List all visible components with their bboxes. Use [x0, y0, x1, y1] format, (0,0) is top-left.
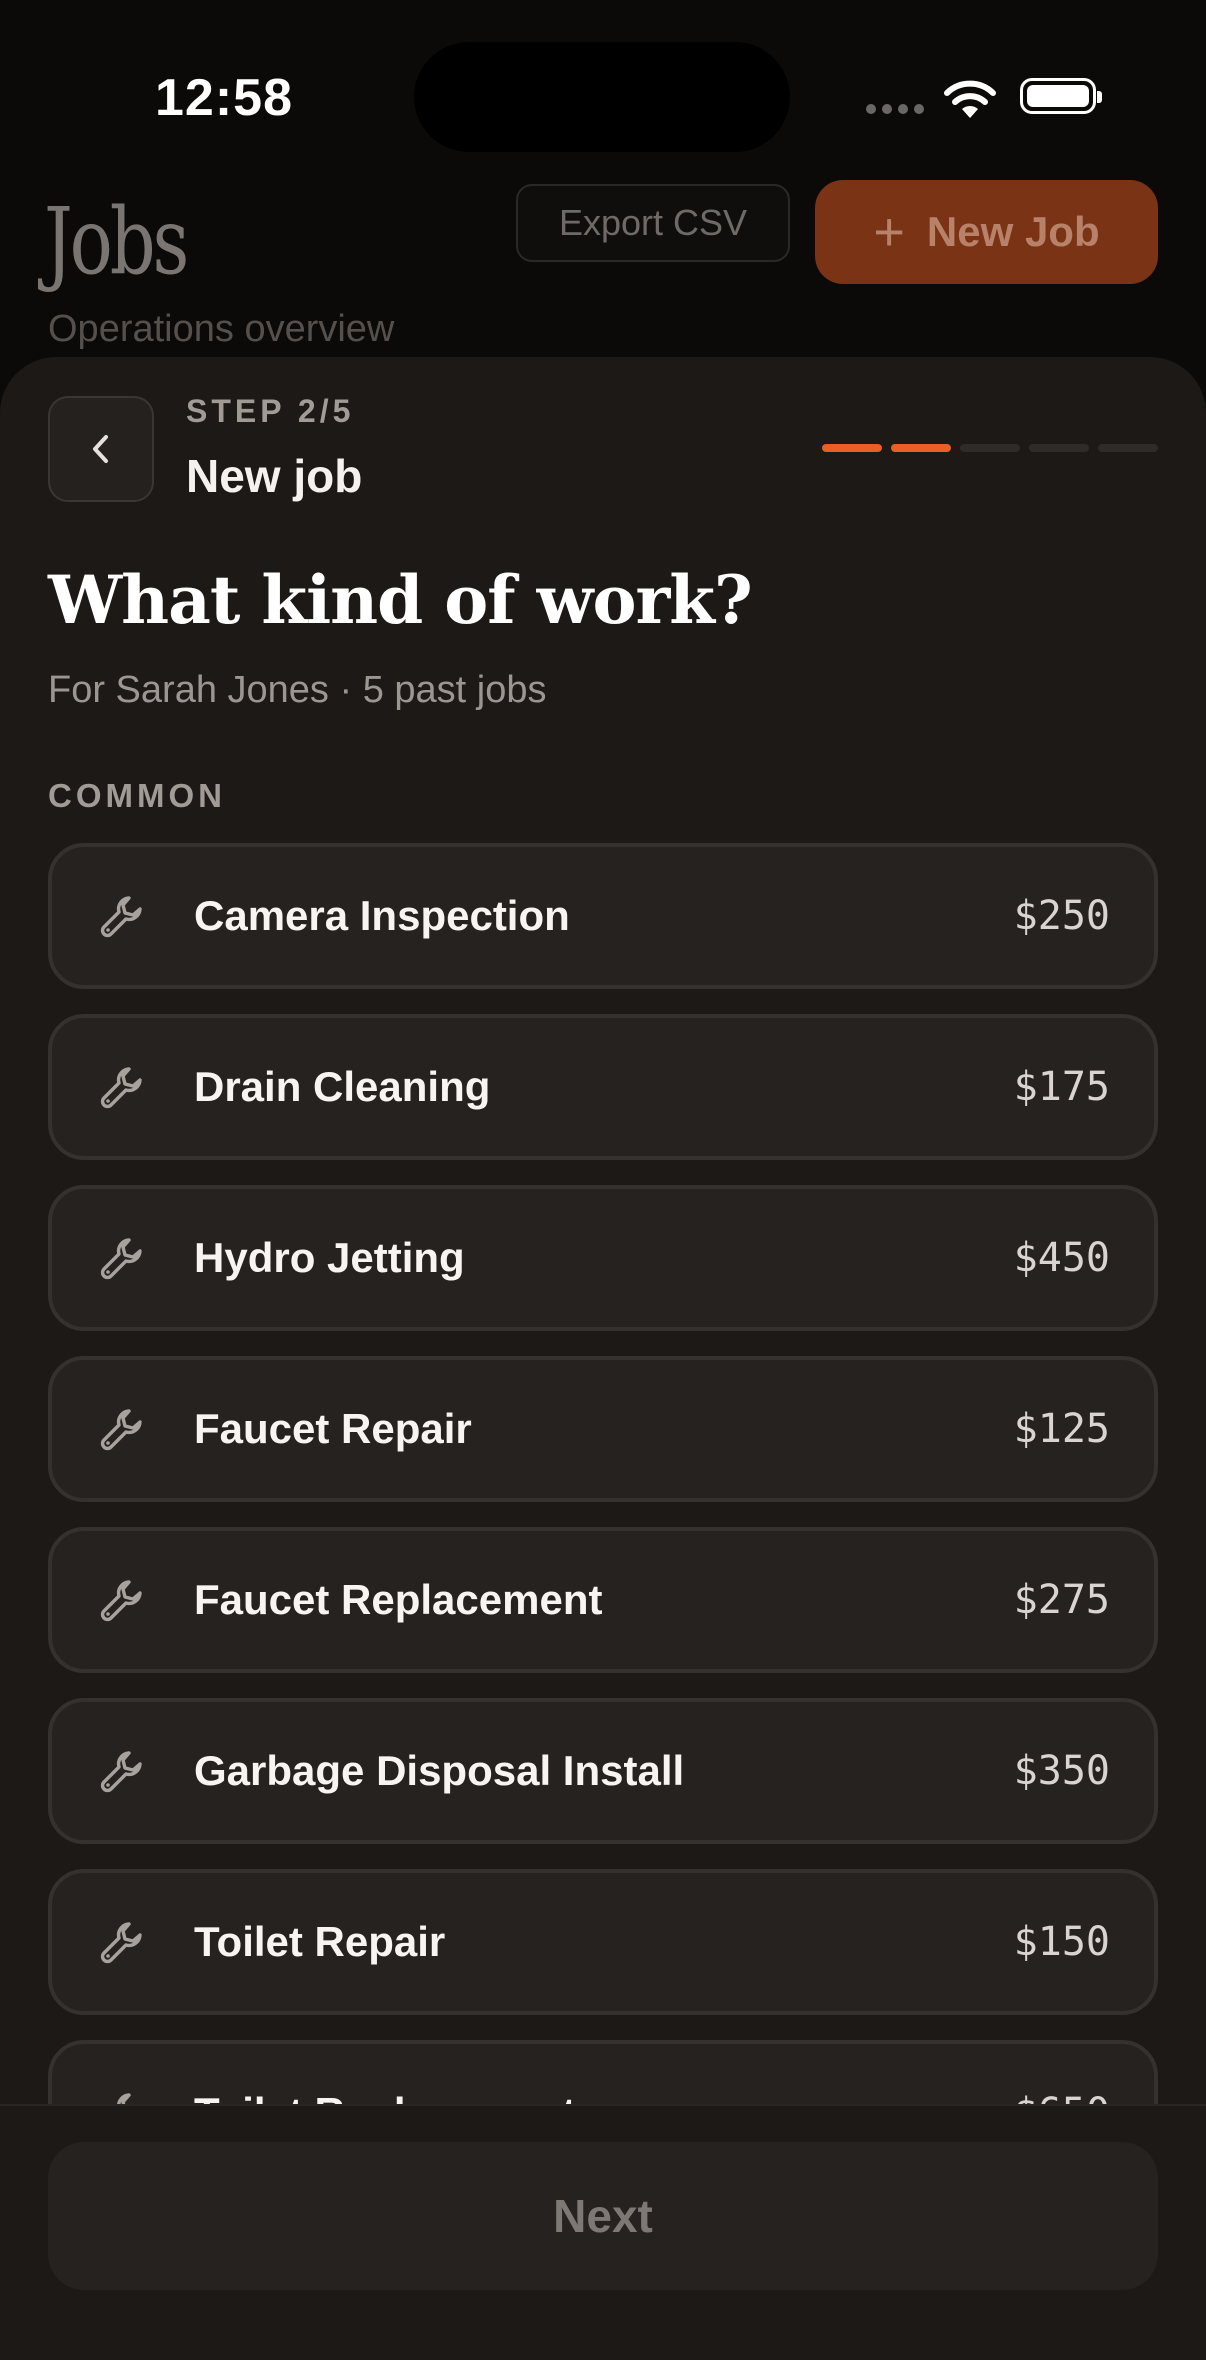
job-type-item[interactable]: Garbage Disposal Install $350	[48, 1698, 1158, 1844]
job-type-item[interactable]: Faucet Replacement $275	[48, 1527, 1158, 1673]
wrench-icon	[100, 896, 142, 938]
job-type-name: Drain Cleaning	[194, 1063, 491, 1110]
page-subtitle: Operations overview	[48, 308, 395, 350]
job-type-item[interactable]: Faucet Repair $125	[48, 1356, 1158, 1502]
job-type-name: Faucet Repair	[194, 1405, 472, 1452]
job-type-item[interactable]: Drain Cleaning $175	[48, 1014, 1158, 1160]
job-type-price: $450	[1013, 1235, 1110, 1281]
wrench-icon	[100, 1238, 142, 1280]
customer-info: For Sarah Jones · 5 past jobs	[48, 669, 547, 711]
job-type-price: $250	[1013, 893, 1110, 939]
job-type-name: Toilet Repair	[194, 1918, 446, 1965]
progress-segment	[960, 444, 1020, 452]
job-type-name: Hydro Jetting	[194, 1234, 465, 1281]
job-type-item[interactable]: Toilet Repair $150	[48, 1869, 1158, 2015]
plus-icon: +	[873, 202, 905, 262]
wrench-icon	[100, 1922, 142, 1964]
sheet-title: New job	[186, 450, 363, 502]
job-type-name: Garbage Disposal Install	[194, 1747, 685, 1794]
progress-segment	[891, 444, 951, 452]
job-type-price: $275	[1013, 1577, 1110, 1623]
job-type-name: Faucet Replacement	[194, 1576, 603, 1623]
progress-segment	[1029, 444, 1089, 452]
new-job-sheet: STEP 2/5 New job What kind of work? For …	[0, 357, 1206, 2360]
question-heading: What kind of work?	[48, 561, 753, 639]
step-progress-bar	[822, 444, 1158, 452]
status-time: 12:58	[155, 69, 293, 127]
job-type-list: Camera Inspection $250 Drain Cleaning $175 H…	[48, 843, 1158, 2211]
wrench-icon	[100, 1409, 142, 1451]
section-label-common: COMMON	[48, 777, 226, 814]
page-title: Jobs	[44, 188, 189, 295]
chevron-left-icon	[93, 435, 108, 463]
job-type-item[interactable]: Camera Inspection $250	[48, 843, 1158, 989]
next-button[interactable]: Next	[48, 2142, 1158, 2290]
battery-icon	[1020, 78, 1102, 114]
new-job-button[interactable]: + New Job	[815, 180, 1158, 284]
progress-segment	[822, 444, 882, 452]
job-type-name: Camera Inspection	[194, 892, 570, 939]
wrench-icon	[100, 1580, 142, 1622]
export-csv-button[interactable]: Export CSV	[516, 184, 790, 262]
new-job-button-label: New Job	[926, 208, 1100, 255]
job-type-price: $175	[1013, 1064, 1110, 1110]
job-type-item[interactable]: Hydro Jetting $450	[48, 1185, 1158, 1331]
wrench-icon	[100, 1751, 142, 1793]
job-type-price: $150	[1013, 1919, 1110, 1965]
cellular-signal-icon	[866, 104, 924, 114]
wifi-icon	[944, 80, 996, 118]
job-type-price: $350	[1013, 1748, 1110, 1794]
step-indicator: STEP 2/5	[186, 393, 355, 429]
sheet-footer: Next	[0, 2104, 1206, 2360]
dynamic-island	[414, 42, 790, 152]
job-type-price: $125	[1013, 1406, 1110, 1452]
back-button[interactable]	[48, 396, 154, 502]
wrench-icon	[100, 1067, 142, 1109]
jobs-page-background: Jobs Operations overview Export CSV + Ne…	[0, 180, 1206, 380]
progress-segment	[1098, 444, 1158, 452]
